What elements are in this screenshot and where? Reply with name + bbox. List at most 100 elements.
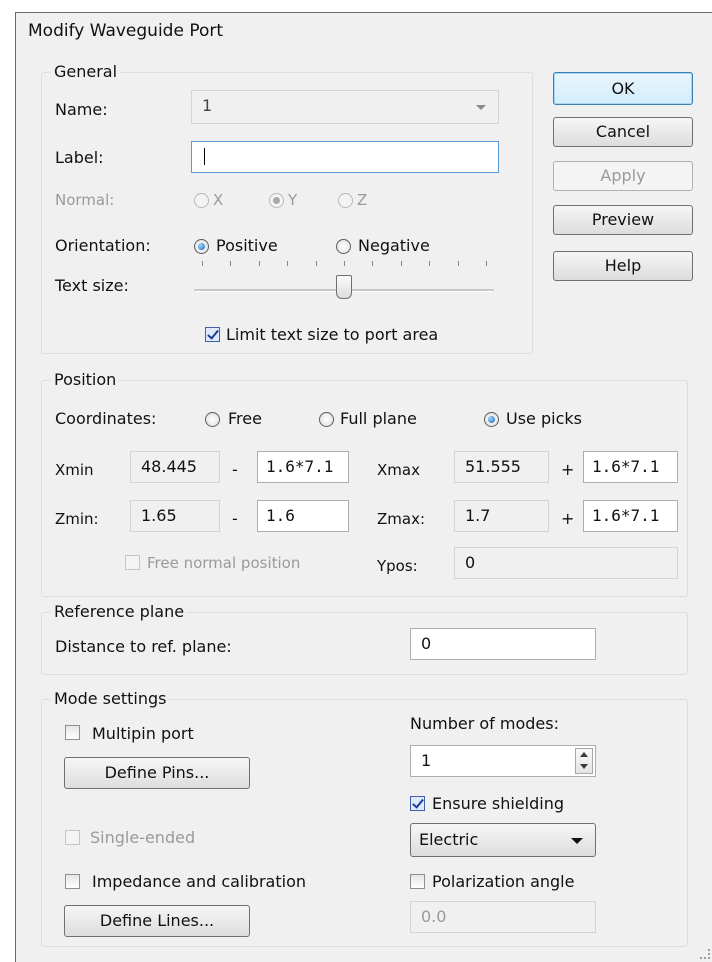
coord-free-radio[interactable] — [205, 412, 220, 427]
shielding-type-select[interactable]: Electric — [410, 823, 596, 857]
shielding-type-value: Electric — [419, 830, 479, 849]
normal-x-label: X — [213, 191, 224, 209]
zmin-offset-input[interactable]: 1.6 — [257, 500, 349, 532]
normal-label: Normal: — [55, 191, 115, 209]
name-label: Name: — [55, 100, 108, 119]
zmin-minus: - — [232, 509, 238, 528]
free-normal-label: Free normal position — [147, 554, 301, 572]
xmax-value: 51.555 — [454, 451, 549, 483]
num-modes-label: Number of modes: — [410, 714, 559, 733]
name-value: 1 — [202, 96, 213, 115]
modify-waveguide-port-dialog: Modify Waveguide Port OK Cancel Apply Pr… — [15, 12, 712, 962]
single-ended-checkbox[interactable] — [65, 830, 80, 845]
num-modes-input[interactable]: 1 — [410, 745, 596, 777]
general-legend: General — [51, 62, 121, 82]
multipin-label: Multipin port — [92, 724, 194, 743]
define-lines-button[interactable]: Define Lines... — [64, 905, 250, 937]
slider-tick — [458, 261, 459, 266]
define-pins-button[interactable]: Define Pins... — [64, 757, 250, 789]
text-size-slider[interactable] — [194, 261, 494, 301]
xmin-label: Xmin — [55, 461, 94, 479]
apply-button[interactable]: Apply — [553, 161, 693, 191]
coord-full-plane-label: Full plane — [340, 409, 417, 428]
slider-tick — [344, 261, 345, 266]
slider-thumb[interactable] — [336, 275, 352, 299]
mode-settings-legend: Mode settings — [51, 689, 170, 709]
position-group: Position Coordinates: Free Full plane Us… — [41, 370, 688, 597]
num-modes-spinner[interactable] — [575, 748, 593, 774]
slider-tick — [486, 261, 487, 266]
slider-tick — [230, 261, 231, 266]
slider-tick — [202, 261, 203, 266]
xmin-value: 48.445 — [130, 451, 220, 483]
reference-plane-legend: Reference plane — [51, 602, 188, 622]
zmax-plus: + — [561, 509, 575, 528]
orientation-negative-radio[interactable] — [336, 239, 351, 254]
spin-up-icon[interactable] — [580, 752, 588, 757]
slider-tick — [372, 261, 373, 266]
cancel-button[interactable]: Cancel — [553, 117, 693, 147]
limit-text-label: Limit text size to port area — [226, 325, 439, 344]
name-dropdown[interactable]: 1 — [191, 90, 499, 124]
reference-plane-group: Reference plane Distance to ref. plane: … — [41, 602, 688, 675]
xmax-offset-input[interactable]: 1.6*7.1 — [583, 451, 678, 483]
xmin-minus: - — [232, 460, 238, 479]
chevron-down-icon — [476, 105, 486, 110]
slider-tick — [401, 261, 402, 266]
zmin-value: 1.65 — [130, 500, 220, 532]
orientation-positive-radio[interactable] — [194, 239, 209, 254]
help-button[interactable]: Help — [553, 251, 693, 281]
ensure-shielding-checkbox[interactable] — [410, 796, 425, 811]
single-ended-label: Single-ended — [90, 828, 196, 847]
slider-tick — [259, 261, 260, 266]
free-normal-checkbox[interactable] — [125, 555, 140, 570]
dialog-title: Modify Waveguide Port — [16, 13, 712, 50]
num-modes-value: 1 — [421, 751, 432, 770]
normal-y-label: Y — [288, 191, 298, 209]
normal-x-radio[interactable] — [194, 193, 209, 208]
ypos-value: 0 — [454, 547, 678, 579]
zmax-offset-input[interactable]: 1.6*7.1 — [583, 500, 678, 532]
polarization-angle-input[interactable]: 0.0 — [410, 901, 596, 933]
zmax-value: 1.7 — [454, 500, 549, 532]
normal-z-radio[interactable] — [338, 193, 353, 208]
mode-settings-group: Mode settings Multipin port Define Pins.… — [41, 689, 688, 947]
limit-text-checkbox[interactable] — [205, 327, 220, 342]
label-input[interactable] — [191, 141, 499, 173]
label-label: Label: — [55, 148, 104, 167]
multipin-checkbox[interactable] — [65, 725, 80, 740]
ypos-label: Ypos: — [377, 557, 418, 575]
orientation-negative-label: Negative — [358, 236, 430, 255]
slider-tick — [429, 261, 430, 266]
orientation-label: Orientation: — [55, 236, 151, 255]
text-cursor — [204, 148, 205, 165]
preview-button[interactable]: Preview — [553, 205, 693, 235]
impedance-checkbox[interactable] — [65, 874, 80, 889]
position-legend: Position — [51, 370, 120, 390]
slider-tick — [316, 261, 317, 266]
polarization-checkbox[interactable] — [410, 874, 425, 889]
distance-input[interactable]: 0 — [410, 628, 596, 660]
ok-button[interactable]: OK — [553, 72, 693, 105]
general-group: General Name: 1 Label: Normal: X Y Z Ori… — [41, 62, 533, 354]
xmax-plus: + — [561, 460, 575, 479]
spin-down-icon[interactable] — [580, 764, 588, 769]
slider-tick — [287, 261, 288, 266]
zmax-label: Zmax: — [377, 510, 426, 528]
distance-label: Distance to ref. plane: — [55, 637, 232, 656]
xmin-offset-input[interactable]: 1.6*7.1 — [257, 451, 349, 483]
slider-ticks — [194, 261, 494, 271]
coordinates-label: Coordinates: — [55, 409, 157, 428]
coord-use-picks-radio[interactable] — [484, 412, 499, 427]
polarization-label: Polarization angle — [432, 872, 575, 891]
zmin-label: Zmin: — [55, 510, 99, 528]
resize-grip-icon[interactable] — [700, 949, 710, 959]
coord-full-plane-radio[interactable] — [319, 412, 334, 427]
coord-free-label: Free — [228, 409, 262, 428]
ensure-shielding-label: Ensure shielding — [432, 794, 564, 813]
normal-y-radio[interactable] — [269, 193, 284, 208]
chevron-down-icon — [571, 838, 583, 844]
text-size-label: Text size: — [55, 276, 129, 295]
coord-use-picks-label: Use picks — [506, 409, 582, 428]
impedance-label: Impedance and calibration — [92, 872, 306, 891]
